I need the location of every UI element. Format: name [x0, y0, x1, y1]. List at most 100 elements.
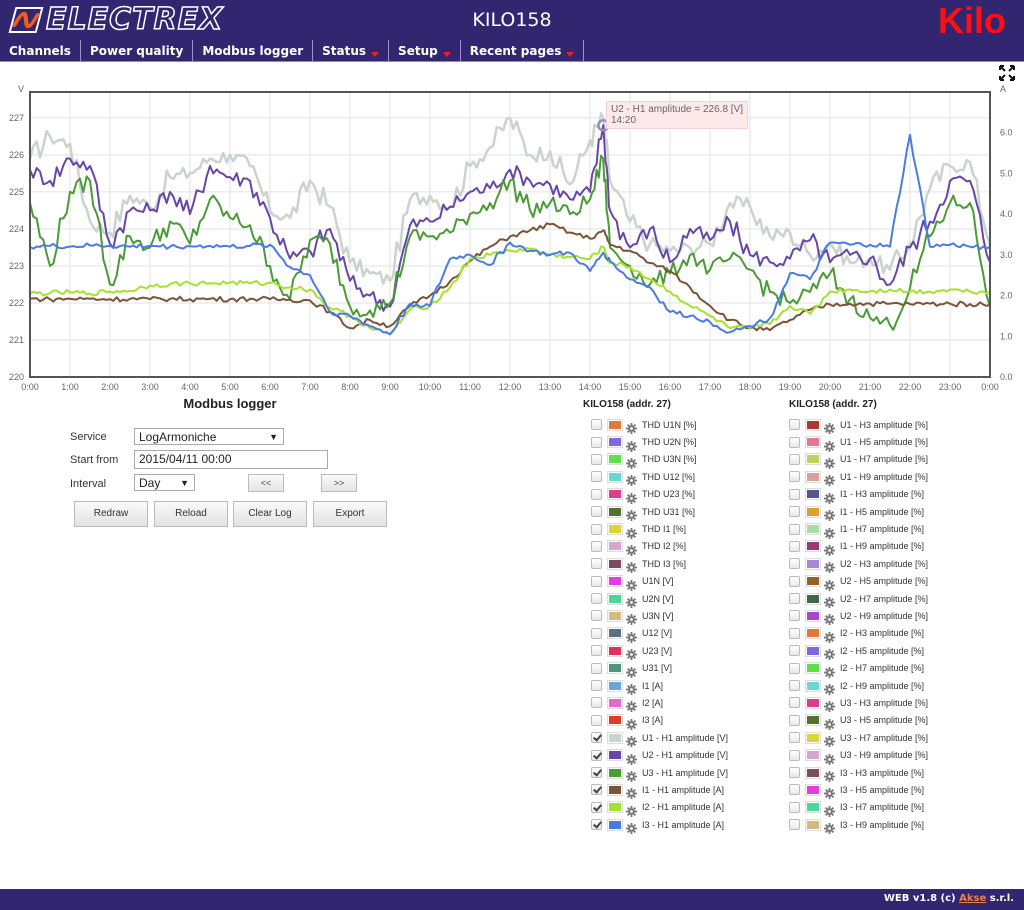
series-checkbox[interactable] [789, 784, 800, 796]
gear-icon[interactable] [824, 489, 835, 504]
color-swatch[interactable] [805, 766, 821, 779]
series-checkbox[interactable] [789, 506, 800, 518]
series-checkbox[interactable] [591, 593, 602, 605]
gear-icon[interactable] [626, 715, 637, 730]
color-swatch[interactable] [805, 505, 821, 518]
series-checkbox[interactable] [591, 610, 602, 622]
series-checkbox[interactable] [789, 558, 800, 570]
gear-icon[interactable] [626, 489, 637, 504]
series-checkbox[interactable] [789, 767, 800, 778]
color-swatch[interactable] [607, 575, 623, 588]
series-checkbox[interactable] [789, 801, 800, 813]
series-checkbox[interactable] [591, 819, 602, 831]
series-checkbox[interactable] [789, 680, 800, 692]
gear-icon[interactable] [626, 819, 637, 835]
series-checkbox[interactable] [789, 540, 800, 552]
color-swatch[interactable] [805, 453, 821, 466]
series-checkbox[interactable] [789, 697, 800, 709]
series-checkbox[interactable] [789, 732, 800, 744]
gear-icon[interactable] [626, 506, 637, 522]
series-checkbox[interactable] [591, 506, 602, 518]
series-checkbox[interactable] [789, 471, 800, 483]
series-checkbox[interactable] [591, 575, 602, 587]
gear-icon[interactable] [626, 628, 637, 643]
color-swatch[interactable] [805, 731, 821, 744]
color-swatch[interactable] [805, 679, 821, 692]
gear-icon[interactable] [824, 732, 835, 748]
color-swatch[interactable] [607, 488, 623, 501]
color-swatch[interactable] [805, 470, 821, 483]
series-checkbox[interactable] [789, 419, 800, 431]
gear-icon[interactable] [626, 471, 637, 487]
gear-icon[interactable] [626, 697, 637, 713]
color-swatch[interactable] [607, 609, 623, 622]
color-swatch[interactable] [805, 818, 821, 831]
gear-icon[interactable] [824, 454, 835, 469]
gear-icon[interactable] [824, 628, 835, 643]
nav-recent-pages[interactable]: Recent pages [461, 40, 585, 62]
gear-icon[interactable] [626, 645, 637, 661]
color-swatch[interactable] [805, 714, 821, 727]
color-swatch[interactable] [805, 557, 821, 570]
color-swatch[interactable] [607, 766, 623, 779]
color-swatch[interactable] [607, 505, 623, 518]
color-swatch[interactable] [805, 436, 821, 449]
gear-icon[interactable] [824, 767, 835, 782]
gear-icon[interactable] [626, 454, 637, 469]
color-swatch[interactable] [607, 436, 623, 449]
gear-icon[interactable] [824, 541, 835, 556]
nav-modbus-logger[interactable]: Modbus logger [193, 40, 314, 62]
service-select[interactable]: LogArmoniche ▼ [134, 428, 284, 445]
series-checkbox[interactable] [789, 627, 800, 639]
color-swatch[interactable] [805, 488, 821, 501]
series-checkbox[interactable] [591, 488, 602, 500]
series-checkbox[interactable] [591, 645, 602, 657]
gear-icon[interactable] [626, 732, 637, 748]
akse-link[interactable]: Akse [959, 893, 986, 904]
nav-setup[interactable]: Setup [389, 40, 461, 62]
series-checkbox[interactable] [591, 471, 602, 483]
export-button[interactable]: Export [313, 501, 387, 527]
gear-icon[interactable] [626, 750, 637, 765]
gear-icon[interactable] [626, 576, 637, 591]
gear-icon[interactable] [626, 541, 637, 556]
gear-icon[interactable] [824, 645, 835, 661]
gear-icon[interactable] [626, 767, 637, 782]
color-swatch[interactable] [805, 801, 821, 814]
gear-icon[interactable] [824, 802, 835, 817]
gear-icon[interactable] [824, 715, 835, 730]
series-checkbox[interactable] [789, 749, 800, 761]
gear-icon[interactable] [824, 524, 835, 539]
color-swatch[interactable] [805, 540, 821, 553]
clear-log-button[interactable]: Clear Log [233, 501, 307, 527]
color-swatch[interactable] [607, 749, 623, 762]
color-swatch[interactable] [607, 696, 623, 709]
series-checkbox[interactable] [789, 714, 800, 726]
gear-icon[interactable] [626, 558, 637, 574]
color-swatch[interactable] [805, 662, 821, 675]
series-checkbox[interactable] [591, 436, 602, 448]
series-checkbox[interactable] [591, 714, 602, 726]
series-checkbox[interactable] [591, 680, 602, 692]
redraw-button[interactable]: Redraw [74, 501, 148, 527]
color-swatch[interactable] [607, 662, 623, 675]
color-swatch[interactable] [607, 801, 623, 814]
series-checkbox[interactable] [591, 697, 602, 709]
color-swatch[interactable] [805, 523, 821, 536]
gear-icon[interactable] [824, 558, 835, 574]
gear-icon[interactable] [626, 663, 637, 678]
color-swatch[interactable] [805, 696, 821, 709]
color-swatch[interactable] [607, 523, 623, 536]
color-swatch[interactable] [805, 627, 821, 640]
series-checkbox[interactable] [789, 610, 800, 622]
color-swatch[interactable] [607, 679, 623, 692]
gear-icon[interactable] [824, 437, 835, 452]
series-checkbox[interactable] [789, 819, 800, 831]
nav-channels[interactable]: Channels [0, 40, 81, 62]
color-swatch[interactable] [805, 575, 821, 588]
gear-icon[interactable] [824, 750, 835, 765]
series-checkbox[interactable] [789, 575, 800, 587]
gear-icon[interactable] [626, 419, 637, 435]
previous-button[interactable]: << [248, 474, 284, 492]
series-checkbox[interactable] [591, 558, 602, 570]
